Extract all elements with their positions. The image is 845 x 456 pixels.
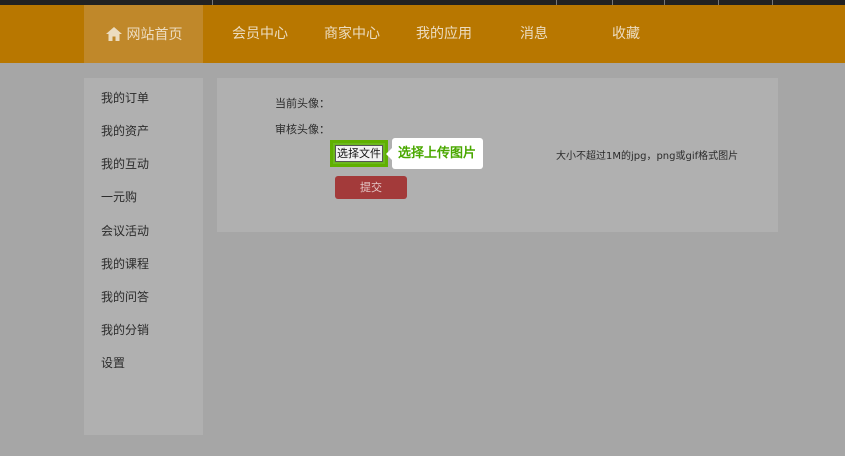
review-avatar-label: 审核头像： xyxy=(275,123,330,136)
sidebar-item-assets[interactable]: 我的资产 xyxy=(101,122,149,139)
home-icon xyxy=(105,27,122,41)
sidebar-item-distribution[interactable]: 我的分销 xyxy=(101,321,149,338)
main-navbar: 网站首页 会员中心 商家中心 我的应用 消息 收藏 xyxy=(0,5,845,63)
nav-home-label: 网站首页 xyxy=(126,27,183,43)
sidebar-item-orders[interactable]: 我的订单 xyxy=(101,89,149,106)
sidebar-item-events[interactable]: 会议活动 xyxy=(101,222,149,239)
sidebar: 我的订单 我的资产 我的互动 一元购 会议活动 我的课程 我的问答 我的分销 设… xyxy=(84,78,203,435)
choose-file-button[interactable]: 选择文件 xyxy=(335,145,383,162)
upload-tip: 选择上传图片 xyxy=(392,138,483,169)
nav-item-my-apps[interactable]: 我的应用 xyxy=(416,5,472,63)
nav-item-member-center[interactable]: 会员中心 xyxy=(232,5,288,63)
submit-button[interactable]: 提交 xyxy=(335,176,407,199)
sidebar-item-qa[interactable]: 我的问答 xyxy=(101,288,149,305)
sidebar-item-courses[interactable]: 我的课程 xyxy=(101,255,149,272)
sidebar-item-interactions[interactable]: 我的互动 xyxy=(101,155,149,172)
nav-home[interactable]: 网站首页 xyxy=(84,5,203,63)
nav-item-merchant-center[interactable]: 商家中心 xyxy=(324,5,380,63)
file-format-hint: 大小不超过1M的jpg，png或gif格式图片 xyxy=(556,151,739,162)
current-avatar-label: 当前头像： xyxy=(275,97,330,110)
nav-item-messages[interactable]: 消息 xyxy=(520,5,548,63)
nav-item-favorites[interactable]: 收藏 xyxy=(612,5,640,63)
sidebar-item-one-yuan-buy[interactable]: 一元购 xyxy=(101,188,137,205)
sidebar-item-settings[interactable]: 设置 xyxy=(101,354,125,371)
file-chooser-highlight: 选择文件 xyxy=(330,140,388,167)
